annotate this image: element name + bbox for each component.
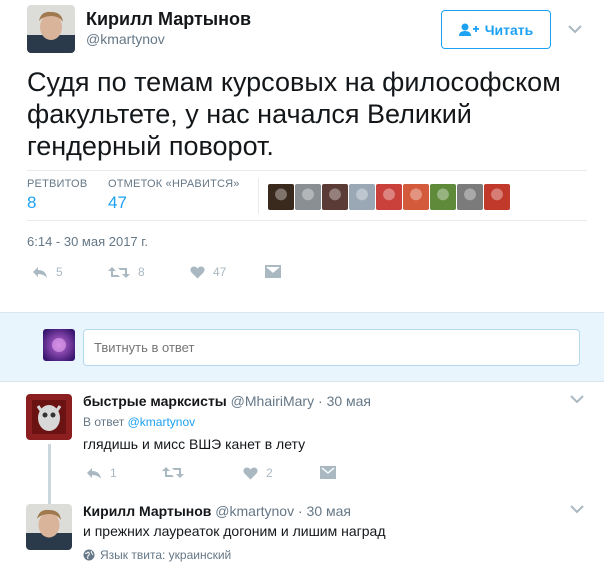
- heart-icon: [243, 467, 258, 479]
- chevron-down-icon[interactable]: [570, 504, 584, 514]
- reply-action[interactable]: 5: [32, 265, 63, 279]
- retweet-action[interactable]: [162, 466, 192, 479]
- reply-count: 5: [56, 265, 63, 279]
- reply-context-mention[interactable]: @kmartynov: [128, 415, 196, 429]
- tweet-timestamp[interactable]: 6:14 - 30 мая 2017 г.: [27, 234, 148, 249]
- likes-label: ОТМЕТОК «НРАВИТСЯ»: [108, 178, 240, 190]
- retweets-count: 8: [27, 193, 37, 212]
- envelope-icon: [320, 466, 336, 479]
- retweet-icon: [108, 266, 130, 278]
- tweet-text: Судя по темам курсовых на философском фа…: [27, 67, 561, 161]
- liker-avatar-6[interactable]: [403, 184, 429, 210]
- reply-author-handle: @MhairiMary: [230, 393, 315, 409]
- liker-avatar-1[interactable]: [268, 184, 294, 210]
- liker-avatar-4[interactable]: [349, 184, 375, 210]
- divider: [258, 178, 259, 214]
- envelope-icon: [265, 265, 281, 278]
- retweet-action[interactable]: 8: [108, 265, 145, 279]
- direct-message-action[interactable]: [320, 466, 336, 479]
- reply-author-avatar[interactable]: [26, 394, 72, 440]
- liker-avatar-9[interactable]: [484, 184, 510, 210]
- retweets-label: РЕТВИТОВ: [27, 178, 88, 190]
- reply-count: 1: [110, 466, 117, 480]
- reply-author-avatar[interactable]: [26, 504, 72, 550]
- reply-context: В ответ @kmartynov: [83, 415, 195, 429]
- dot-separator: ·: [318, 393, 323, 409]
- reply-author-name: быстрые марксисты: [83, 393, 227, 409]
- add-user-icon: [458, 23, 479, 36]
- reply-input[interactable]: [83, 329, 580, 366]
- retweet-icon: [162, 467, 184, 478]
- reply-author-handle: @kmartynov: [215, 503, 295, 519]
- chevron-down-icon[interactable]: [568, 24, 582, 34]
- reply-tweet-1: быстрые марксисты @MhairiMary · 30 мая В…: [0, 382, 604, 492]
- likers-list: [268, 184, 510, 210]
- reply-context-prefix: В ответ: [83, 415, 125, 429]
- tweet-language: Язык твита: украинский: [83, 548, 231, 562]
- chevron-down-icon[interactable]: [570, 394, 584, 404]
- reply-author-name: Кирилл Мартынов: [83, 503, 212, 519]
- reply-date: 30 мая: [326, 393, 372, 409]
- liker-avatar-7[interactable]: [430, 184, 456, 210]
- globe-icon: [83, 549, 95, 561]
- liker-avatar-8[interactable]: [457, 184, 483, 210]
- author-name[interactable]: Кирилл Мартынов: [86, 9, 251, 30]
- thread-line: [48, 492, 51, 504]
- reply-icon: [87, 467, 101, 479]
- liker-avatar-3[interactable]: [322, 184, 348, 210]
- like-count: 2: [266, 466, 273, 480]
- reply-text: глядишь и мисс ВШЭ канет в лету: [83, 436, 306, 452]
- dot-separator: ·: [297, 503, 303, 519]
- divider: [27, 220, 587, 221]
- main-tweet: Кирилл Мартынов @kmartynov Читать Судя п…: [0, 0, 604, 312]
- reply-action[interactable]: 1: [86, 466, 117, 480]
- reply-text: и прежних лауреаток догоним и лишим нагр…: [83, 523, 386, 539]
- liker-avatar-5[interactable]: [376, 184, 402, 210]
- thread-line: [48, 444, 51, 492]
- author-avatar[interactable]: [27, 5, 75, 53]
- divider: [27, 170, 587, 171]
- likes-count: 47: [108, 193, 127, 212]
- liker-avatar-2[interactable]: [295, 184, 321, 210]
- likes-stat[interactable]: ОТМЕТОК «НРАВИТСЯ» 47: [108, 178, 240, 213]
- reply-composer: [0, 312, 604, 382]
- author-handle[interactable]: @kmartynov: [86, 31, 165, 47]
- follow-label: Читать: [484, 21, 534, 38]
- like-action[interactable]: 47: [190, 265, 226, 279]
- current-user-avatar: [43, 329, 75, 361]
- reply-icon: [33, 266, 47, 278]
- reply-date: 30 мая: [306, 503, 352, 519]
- reply-author[interactable]: Кирилл Мартынов @kmartynov · 30 мая: [83, 503, 351, 519]
- direct-message-action[interactable]: [265, 265, 281, 278]
- like-action[interactable]: 2: [243, 466, 273, 480]
- follow-button[interactable]: Читать: [441, 10, 551, 49]
- heart-icon: [190, 266, 205, 278]
- retweets-stat[interactable]: РЕТВИТОВ 8: [27, 178, 87, 213]
- like-count: 47: [213, 265, 227, 279]
- reply-tweet-2: Кирилл Мартынов @kmartynov · 30 мая и пр…: [0, 492, 604, 574]
- reply-author[interactable]: быстрые марксисты @MhairiMary · 30 мая: [83, 393, 371, 409]
- retweet-count: 8: [138, 265, 145, 279]
- language-note: Язык твита: украинский: [100, 548, 232, 562]
